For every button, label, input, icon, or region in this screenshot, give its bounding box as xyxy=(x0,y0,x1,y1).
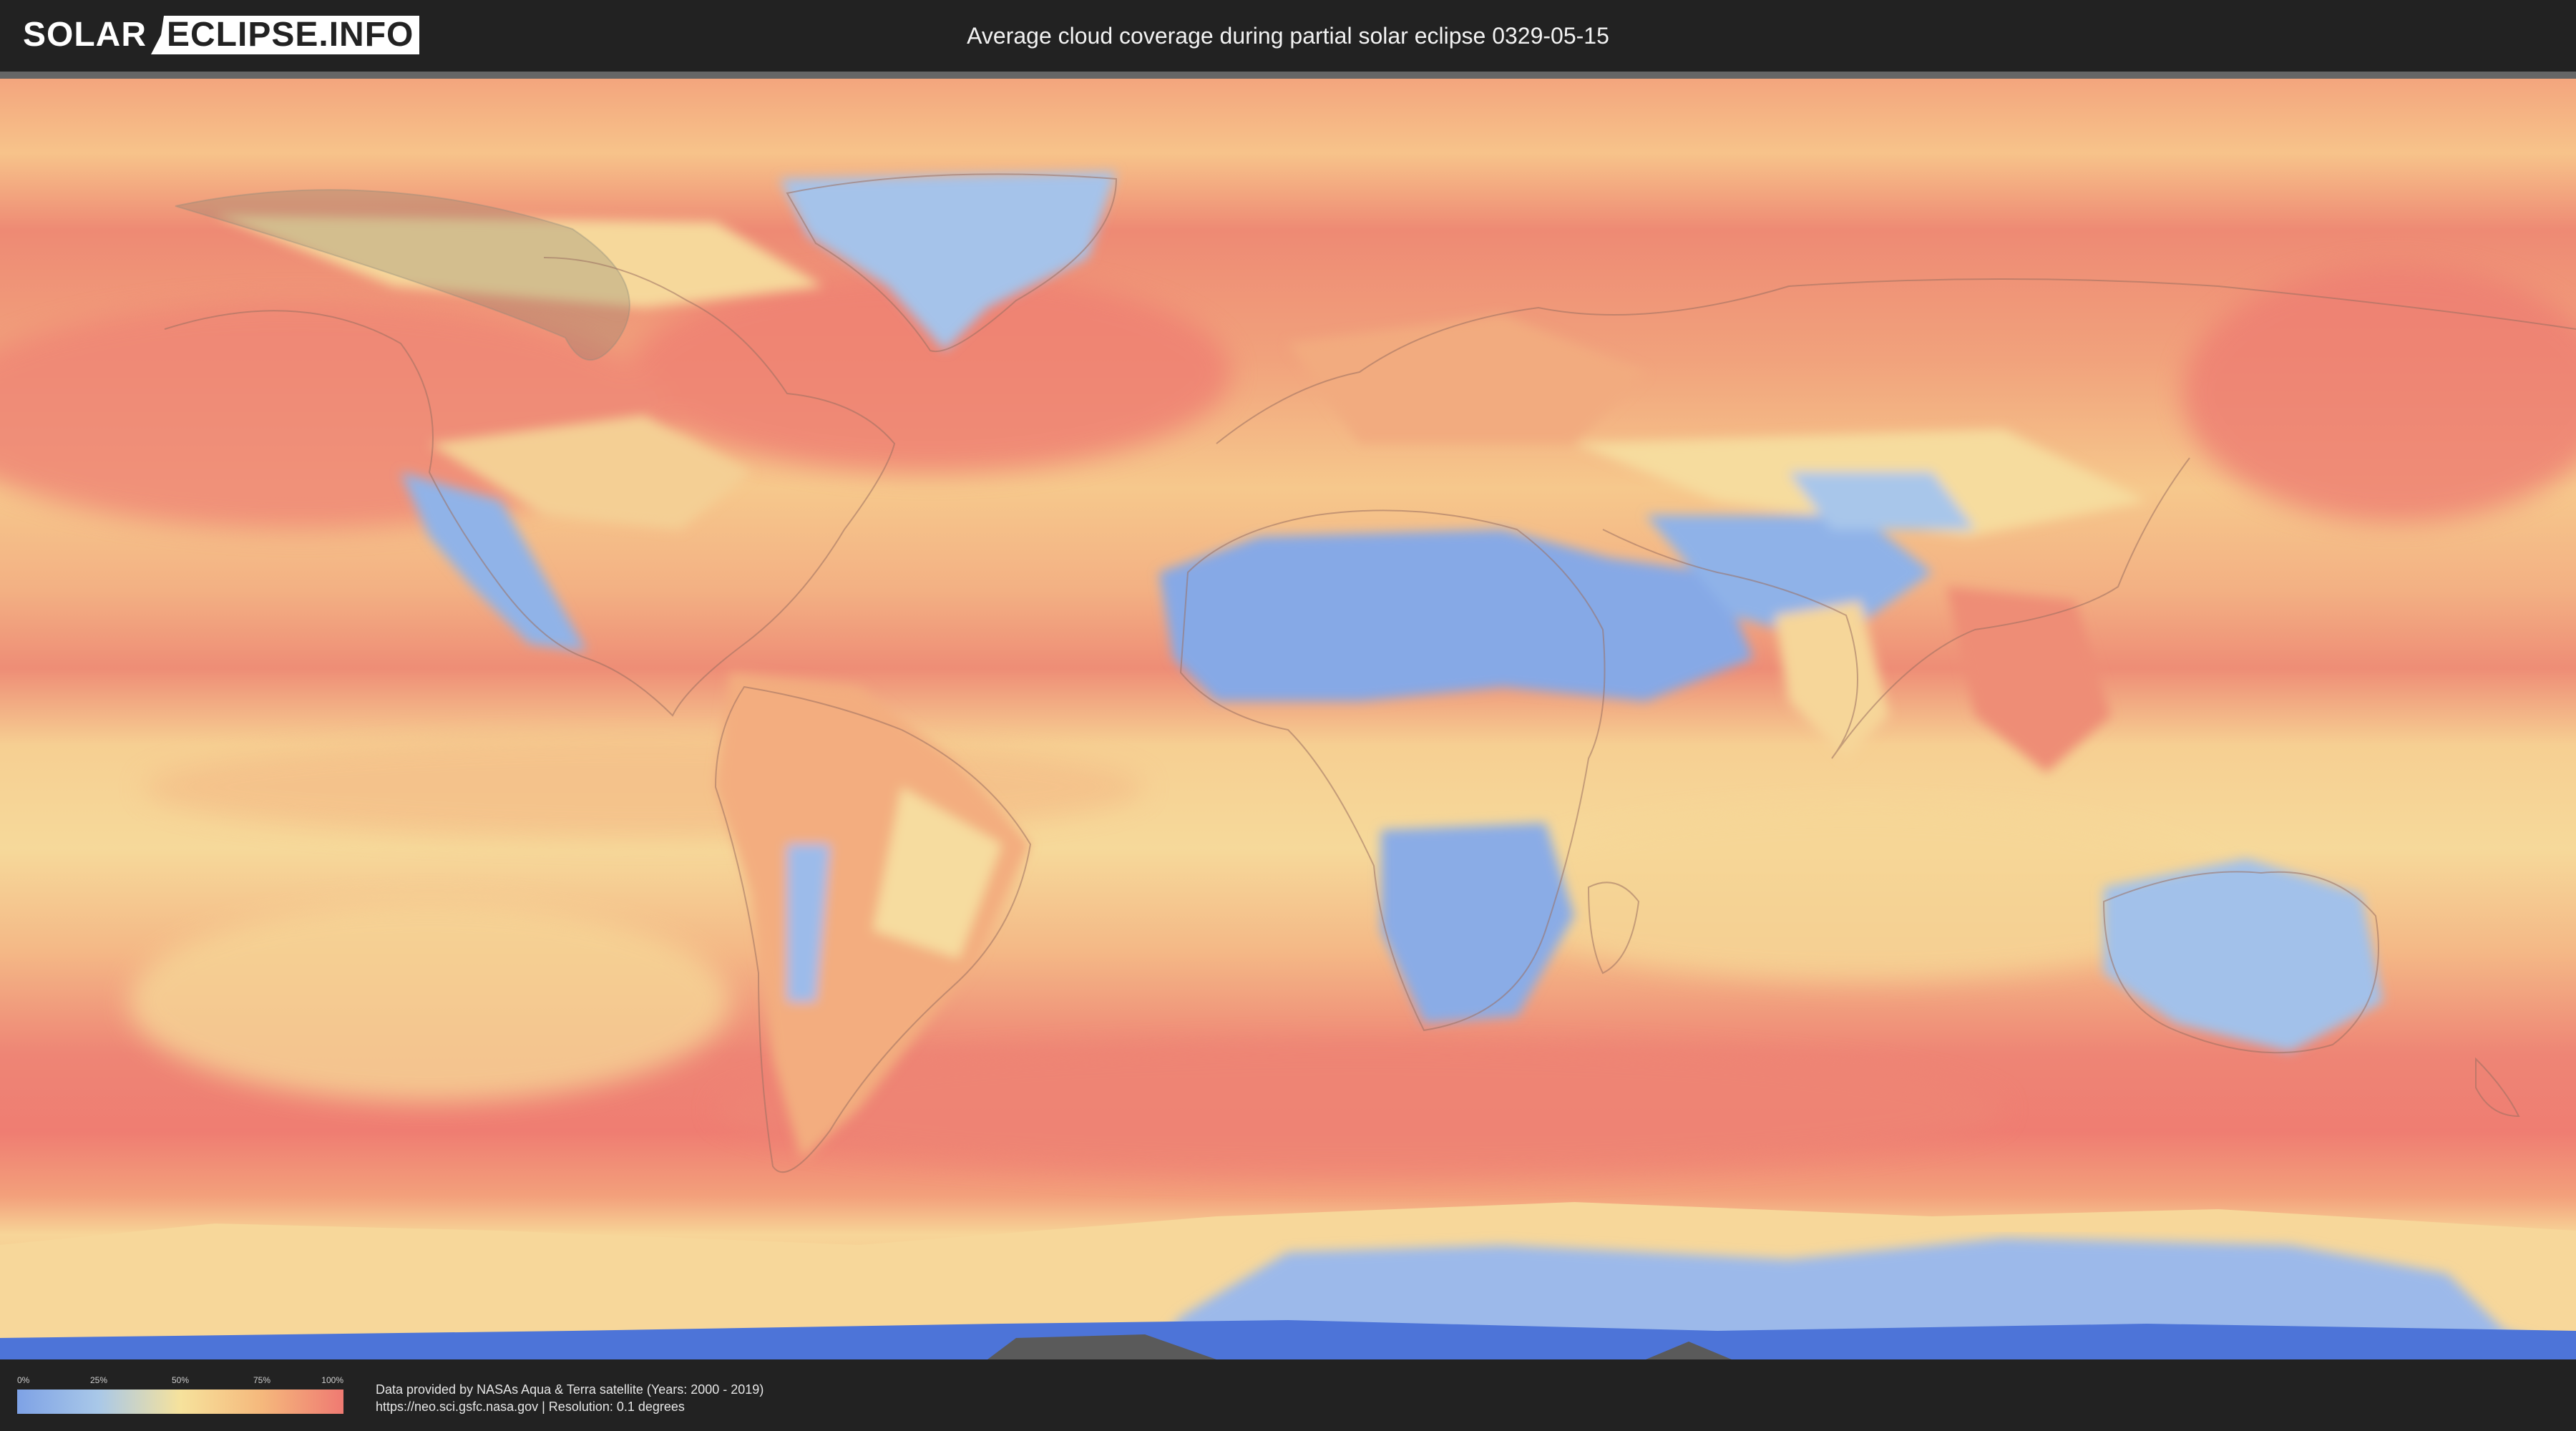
legend-tick-25: 25% xyxy=(89,1375,108,1385)
credit-line-2[interactable]: https://neo.sci.gsfc.nasa.gov | Resoluti… xyxy=(376,1398,763,1415)
cloud-coverage-legend: 0% 25% 50% 75% 100% xyxy=(17,1375,343,1414)
legend-tick-100: 100% xyxy=(321,1375,343,1385)
legend-tick-0: 0% xyxy=(17,1375,30,1385)
page-title: Average cloud coverage during partial so… xyxy=(967,22,1609,49)
legend-color-bar xyxy=(17,1390,343,1414)
header-bar: SOLAR ECLIPSE.INFO Average cloud coverag… xyxy=(0,0,2576,72)
legend-ticks: 0% 25% 50% 75% 100% xyxy=(17,1375,343,1388)
legend-tick-75: 75% xyxy=(253,1375,271,1385)
data-credits: Data provided by NASAs Aqua & Terra sate… xyxy=(376,1381,763,1415)
cloud-coverage-map xyxy=(0,72,2576,1359)
map-top-edge xyxy=(0,72,2576,79)
legend-tick-50: 50% xyxy=(171,1375,190,1385)
credit-line-1: Data provided by NASAs Aqua & Terra sate… xyxy=(376,1382,764,1397)
footer-bar: 0% 25% 50% 75% 100% Data provided by NAS… xyxy=(0,1359,2576,1431)
world-map-svg xyxy=(0,72,2576,1359)
